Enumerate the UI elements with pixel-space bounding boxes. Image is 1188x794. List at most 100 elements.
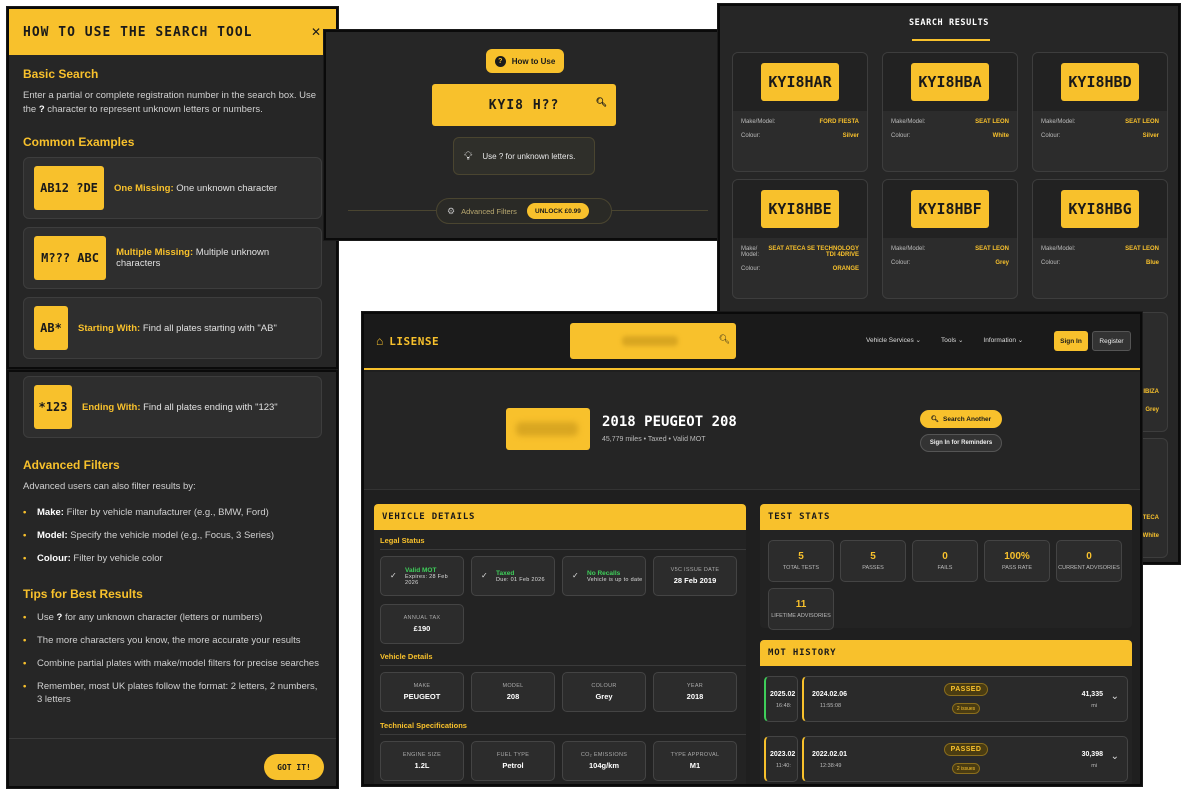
mot-time: 11:40: xyxy=(776,763,791,769)
make-value: SEAT LEON xyxy=(1125,246,1159,252)
result-plate-area: KYI8HBD xyxy=(1033,53,1167,111)
legal-status-title: Valid MOT xyxy=(405,566,437,574)
stat-label: PASSES xyxy=(862,565,884,571)
mot-time: 11:55:08 xyxy=(820,703,842,709)
stat-card: 0 CURRENT ADVISORIES xyxy=(1056,540,1122,582)
mot-date: 2024.02.06 xyxy=(812,691,848,698)
legal-status-card: ✓ Valid MOT Expires: 28 Feb 2026 xyxy=(380,556,464,596)
result-plate-area: KYI8HAR xyxy=(733,53,867,111)
stat-card: 100% PASS RATE xyxy=(984,540,1050,582)
result-card[interactable]: KYI8HBA Make/Model: SEAT LEON Colour: White xyxy=(882,52,1018,172)
redacted-plate xyxy=(516,422,578,436)
vehicle-app: ⌂ LISENSE 🔍︎ Vehicle Services ⌄ Tools ⌄ … xyxy=(362,312,1142,786)
v5c-value: 28 Feb 2019 xyxy=(673,576,717,585)
basic-search-text: Enter a partial or complete registration… xyxy=(23,90,317,115)
result-card[interactable]: KYI8HBF Make/Model: SEAT LEON Colour: Grey xyxy=(882,179,1018,299)
colour-row: Colour: Silver xyxy=(733,133,867,139)
register-button[interactable]: Register xyxy=(1092,331,1131,351)
home-icon[interactable]: ⌂ xyxy=(376,334,383,348)
help-icon: ? xyxy=(494,55,506,67)
vehicle-details-heading: Vehicle Details xyxy=(380,652,746,666)
brand-logo[interactable]: LISENSE xyxy=(389,335,439,348)
make-value: FORD FIESTA xyxy=(819,119,859,125)
mot-mileage: 41,335 xyxy=(1081,691,1103,698)
mot-mileage-unit: mi xyxy=(1091,703,1097,709)
nav-vehicle-services[interactable]: Vehicle Services ⌄ xyxy=(866,336,921,344)
result-plate-area: KYI8HBF xyxy=(883,180,1017,238)
reminders-button[interactable]: Sign In for Reminders xyxy=(920,434,1002,452)
result-card[interactable]: KYI8HBG Make/Model: SEAT LEON Colour: Blue xyxy=(1032,179,1168,299)
v5c-label: V5C ISSUE DATE xyxy=(670,567,720,573)
lightbulb-icon: 💡︎ xyxy=(464,148,473,163)
legal-status-title: Taxed xyxy=(496,569,515,577)
gear-icon: ⚙ xyxy=(447,205,456,216)
list-item: Combine partial plates with make/model f… xyxy=(23,657,322,670)
mot-entry[interactable]: 2024.02.06 11:55:08 PASSED 2 issues 41,335 mi… xyxy=(802,676,1128,722)
make-row: Make/Model: SEAT LEON xyxy=(883,246,1017,252)
chevron-down-icon[interactable]: ⌄ xyxy=(1111,751,1119,762)
mot-entry-previous[interactable]: 2025.02 16:48: xyxy=(764,676,798,722)
make-label: Make/Model: xyxy=(891,246,926,252)
detail-card: COLOUR Grey xyxy=(562,672,646,712)
result-plate: KYI8HBD xyxy=(1061,63,1139,101)
stat-label: LIFETIME ADVISORIES xyxy=(771,613,831,619)
annual-tax-card: ANNUAL TAX £190 xyxy=(380,604,464,644)
example-card: AB12 ?DE One Missing: One unknown charac… xyxy=(23,157,322,219)
chevron-down-icon[interactable]: ⌄ xyxy=(1111,691,1119,702)
mot-entry[interactable]: 2022.02.01 12:38:49 PASSED 2 issues 30,398 mi… xyxy=(802,736,1128,782)
result-card[interactable]: KYI8HBD Make/Model: SEAT LEON Colour: Silver xyxy=(1032,52,1168,172)
mot-result-badge: PASSED xyxy=(944,683,988,696)
search-another-button[interactable]: 🔍︎ Search Another xyxy=(920,410,1002,428)
colour-label: Colour: xyxy=(1041,260,1061,266)
mot-entry-previous[interactable]: 2023.02 11:40: xyxy=(764,736,798,782)
detail-label: MODEL xyxy=(502,683,524,689)
mot-issues-badge[interactable]: 2 issues xyxy=(952,703,980,714)
colour-value: Grey xyxy=(995,260,1009,266)
section-header: TEST STATS xyxy=(760,504,1132,530)
mot-history-section: MOT HISTORY 2025.02 16:48: 2024.02.06 11:55… xyxy=(760,640,1132,784)
example-text: Multiple Missing: Multiple unknown chara… xyxy=(116,247,270,269)
detail-value: 2018 xyxy=(686,692,704,701)
make-row: Make/ Model: SEAT ATECA SE TECHNOLOGY TDI… xyxy=(733,246,867,258)
list-item: Make: Filter by vehicle manufacturer (e.… xyxy=(23,506,322,519)
spec-card: FUEL TYPE Petrol xyxy=(471,741,555,781)
make-label: Make/ Model: xyxy=(741,246,760,258)
result-card[interactable]: KYI8HBE Make/ Model: SEAT ATECA SE TECHNOL… xyxy=(732,179,868,299)
detail-card: MAKE PEUGEOT xyxy=(380,672,464,712)
mot-issues-badge[interactable]: 2 issues xyxy=(952,763,980,774)
nav-information[interactable]: Information ⌄ xyxy=(983,336,1023,344)
result-card[interactable]: KYI8HAR Make/Model: FORD FIESTA Colour: Silv… xyxy=(732,52,868,172)
colour-value: ORANGE xyxy=(832,266,859,272)
nav-search-box[interactable]: 🔍︎ xyxy=(570,323,736,359)
stat-value: 0 xyxy=(1086,551,1092,562)
legal-status-card: ✓ Taxed Due: 01 Feb 2026 xyxy=(471,556,555,596)
unlock-button[interactable]: UNLOCK £0.99 xyxy=(526,203,589,219)
search-icon[interactable]: 🔍︎ xyxy=(719,334,730,345)
help-title: HOW TO USE THE SEARCH TOOL xyxy=(23,24,253,40)
tax-value: £190 xyxy=(413,624,431,633)
plate-search-input[interactable]: KYI8 H?? 🔍︎ xyxy=(432,84,616,126)
how-to-use-button[interactable]: ? How to Use xyxy=(486,49,564,73)
search-icon[interactable]: 🔍︎ xyxy=(596,98,608,108)
stat-value: 5 xyxy=(798,551,804,562)
legal-status-detail: Vehicle is up to date xyxy=(587,576,643,583)
search-widget: ? How to Use KYI8 H?? 🔍︎ 💡︎ Use ? for un… xyxy=(324,30,728,240)
spec-value: 104g/km xyxy=(588,761,620,770)
example-card: AB* Starting With: Find all plates start… xyxy=(23,297,322,359)
nav-tools[interactable]: Tools ⌄ xyxy=(941,336,963,344)
got-it-button[interactable]: GOT IT! xyxy=(264,754,324,780)
example-plate: M??? ABC xyxy=(34,236,107,280)
make-row: Make/Model: SEAT LEON xyxy=(1033,246,1167,252)
colour-label: Colour: xyxy=(741,133,761,139)
sign-in-button[interactable]: Sign In xyxy=(1054,331,1088,351)
advanced-filters-bar[interactable]: ⚙ Advanced Filters UNLOCK £0.99 xyxy=(436,198,612,224)
filter-list: Make: Filter by vehicle manufacturer (e.… xyxy=(23,506,322,565)
spec-label: FUEL TYPE xyxy=(496,752,530,758)
detail-label: COLOUR xyxy=(591,683,617,689)
example-plate: AB* xyxy=(34,306,68,350)
spec-label: TYPE APPROVAL xyxy=(670,752,720,758)
close-icon[interactable]: ✕ xyxy=(311,25,322,39)
mot-date: 2022.02.01 xyxy=(812,751,848,758)
advanced-intro: Advanced users can also filter results b… xyxy=(23,481,196,492)
make-value: SEAT ATECA SE TECHNOLOGY TDI 4DRIVE xyxy=(768,246,859,258)
